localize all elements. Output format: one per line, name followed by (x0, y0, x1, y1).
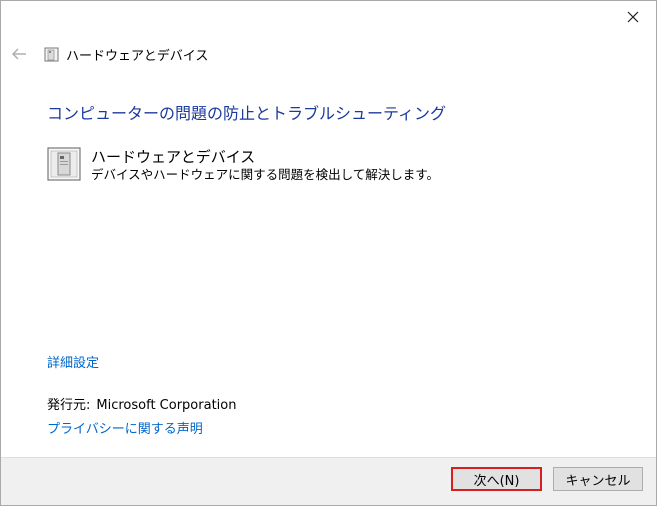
publisher-value: Microsoft Corporation (96, 398, 237, 413)
advanced-link[interactable]: 詳細設定 (47, 352, 99, 371)
hardware-device-icon (44, 47, 59, 61)
close-button[interactable] (610, 1, 656, 33)
back-arrow-icon (11, 48, 26, 60)
header-title: ハードウェアとデバイス (66, 48, 209, 64)
hardware-device-icon (47, 147, 81, 181)
back-button[interactable] (9, 44, 29, 64)
close-icon (627, 11, 639, 23)
item-description: デバイスやハードウェアに関する問題を検出して解決します。 (91, 167, 440, 182)
item-text: ハードウェアとデバイス デバイスやハードウェアに関する問題を検出して解決します。 (91, 147, 439, 183)
next-button[interactable]: 次へ(N) (451, 467, 542, 491)
troubleshooter-item: ハードウェアとデバイス デバイスやハードウェアに関する問題を検出して解決します。 (47, 147, 439, 183)
privacy-link[interactable]: プライバシーに関する声明 (47, 418, 203, 437)
troubleshooter-window: ハードウェアとデバイス コンピューターの問題の防止とトラブルシューティング ハー… (0, 0, 657, 506)
page-title: コンピューターの問題の防止とトラブルシューティング (47, 104, 447, 123)
publisher-label: 発行元: (47, 398, 91, 413)
cancel-button[interactable]: キャンセル (553, 467, 643, 491)
footer-bar: 次へ(N) キャンセル (1, 457, 656, 505)
item-title: ハードウェアとデバイス (91, 148, 256, 166)
publisher-info: 発行元: Microsoft Corporation (47, 394, 236, 413)
header-bar: ハードウェアとデバイス (1, 37, 656, 71)
